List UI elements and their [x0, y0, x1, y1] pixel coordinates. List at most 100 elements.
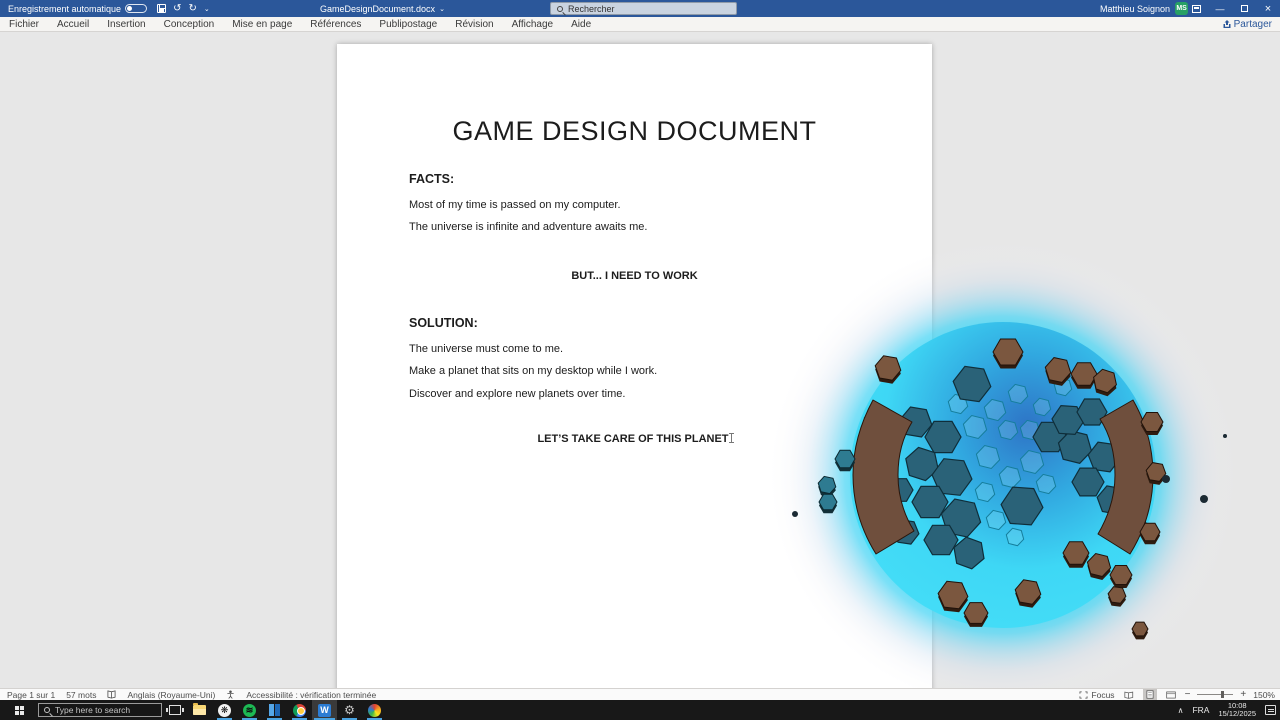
redo-icon[interactable]: ↻: [188, 3, 196, 14]
print-layout-button[interactable]: [1143, 689, 1157, 700]
autosave-toggle[interactable]: [125, 4, 147, 13]
chatgpt-icon: ❋: [218, 704, 231, 717]
focus-mode-button[interactable]: Focus: [1079, 690, 1114, 700]
planet-widget[interactable]: [758, 237, 1278, 688]
focus-icon: [1079, 691, 1088, 699]
menu-tab-insertion[interactable]: Insertion: [98, 17, 154, 32]
document-name-label: GameDesignDocument.docx: [320, 4, 435, 14]
share-icon: [1223, 20, 1231, 29]
solution-paragraph-1[interactable]: The universe must come to me.: [409, 343, 563, 355]
account-area[interactable]: Matthieu Soignon MS: [1100, 0, 1188, 17]
ribbon-display-options-button[interactable]: [1184, 0, 1208, 17]
start-button[interactable]: [0, 700, 38, 720]
spotify-icon: ≋: [243, 704, 256, 717]
web-layout-button[interactable]: [1164, 689, 1178, 700]
color-wheel-icon: [368, 704, 381, 717]
window-controls: — ×: [1184, 0, 1280, 17]
read-mode-icon: [1124, 691, 1134, 699]
taskbar-clock[interactable]: 10:08 15/12/2025: [1218, 702, 1256, 718]
search-placeholder: Rechercher: [568, 4, 615, 14]
windows-logo-icon: [15, 706, 24, 715]
facts-paragraph-2[interactable]: The universe is infinite and adventure a…: [409, 221, 647, 233]
zoom-out-button[interactable]: −: [1185, 689, 1191, 700]
zoom-in-button[interactable]: +: [1240, 689, 1246, 700]
zoom-slider-thumb[interactable]: [1221, 691, 1224, 698]
menu-tab-conception[interactable]: Conception: [155, 17, 224, 32]
word-button[interactable]: W: [312, 700, 337, 720]
file-explorer-icon: [193, 705, 206, 715]
tray-date: 15/12/2025: [1218, 709, 1256, 718]
ribbon-tab-bar: Fichier Accueil Insertion Conception Mis…: [0, 17, 1280, 32]
word-status-bar: Page 1 sur 1 57 mots Anglais (Royaume-Un…: [0, 688, 1280, 700]
menu-tab-references[interactable]: Références: [301, 17, 370, 32]
web-layout-icon: [1166, 691, 1176, 699]
proofing-icon[interactable]: [107, 690, 116, 699]
minimize-button[interactable]: —: [1208, 0, 1232, 17]
gear-icon: ⚙: [344, 704, 355, 716]
taskbar-search-input[interactable]: Type here to search: [38, 703, 162, 717]
facts-paragraph-1[interactable]: Most of my time is passed on my computer…: [409, 199, 621, 211]
share-label: Partager: [1234, 19, 1272, 30]
file-explorer-button[interactable]: [187, 700, 212, 720]
taskbar-search-placeholder: Type here to search: [55, 705, 130, 715]
language-switcher[interactable]: FRA: [1192, 705, 1209, 715]
menu-tab-publipostage[interactable]: Publipostage: [370, 17, 446, 32]
facts-heading[interactable]: FACTS:: [409, 172, 454, 186]
word-search-box[interactable]: Rechercher: [550, 2, 737, 15]
text-cursor: [731, 433, 732, 443]
word-icon: W: [318, 704, 331, 717]
gear-app-button[interactable]: ⚙: [337, 700, 362, 720]
system-tray: ∧ FRA 10:08 15/12/2025: [1178, 700, 1276, 720]
menu-tab-revision[interactable]: Révision: [446, 17, 502, 32]
doc-title-text[interactable]: GAME DESIGN DOCUMENT: [337, 116, 932, 147]
blue-panels-app-button[interactable]: [262, 700, 287, 720]
language-indicator[interactable]: Anglais (Royaume-Uni): [127, 690, 215, 700]
restore-icon: [1241, 5, 1248, 12]
restore-button[interactable]: [1232, 0, 1256, 17]
menu-tab-affichage[interactable]: Affichage: [503, 17, 563, 32]
menu-tab-fichier[interactable]: Fichier: [0, 17, 48, 32]
document-title[interactable]: GameDesignDocument.docx ⌄: [320, 0, 445, 17]
task-view-button[interactable]: [162, 700, 187, 720]
page-indicator[interactable]: Page 1 sur 1: [7, 690, 55, 700]
menu-tab-mise-en-page[interactable]: Mise en page: [223, 17, 301, 32]
user-name: Matthieu Soignon: [1100, 4, 1170, 14]
zoom-percentage[interactable]: 150%: [1253, 690, 1275, 700]
customize-qat-icon[interactable]: ⌄: [204, 5, 210, 13]
close-button[interactable]: ×: [1256, 0, 1280, 17]
search-icon: [44, 707, 50, 713]
focus-label: Focus: [1091, 690, 1114, 700]
word-count[interactable]: 57 mots: [66, 690, 96, 700]
autosave-label: Enregistrement automatique: [8, 4, 121, 14]
accessibility-status[interactable]: Accessibilité : vérification terminée: [246, 690, 376, 700]
save-icon[interactable]: [157, 4, 166, 13]
color-wheel-app-button[interactable]: [362, 700, 387, 720]
action-center-button[interactable]: [1265, 705, 1276, 715]
share-button[interactable]: Partager: [1223, 17, 1272, 32]
blue-panels-app-icon: [269, 704, 280, 716]
show-hidden-icons-button[interactable]: ∧: [1178, 706, 1184, 715]
closing-label: LET’S TAKE CARE OF THIS PLANET: [537, 433, 728, 445]
accessibility-icon: [226, 690, 235, 699]
chrome-button[interactable]: [287, 700, 312, 720]
menu-tab-accueil[interactable]: Accueil: [48, 17, 98, 32]
autosave-control[interactable]: Enregistrement automatique: [0, 4, 147, 14]
spotify-button[interactable]: ≋: [237, 700, 262, 720]
chatgpt-button[interactable]: ❋: [212, 700, 237, 720]
solution-paragraph-3[interactable]: Discover and explore new planets over ti…: [409, 388, 625, 400]
quick-access-toolbar: ↺ ↻ ⌄: [157, 3, 210, 14]
ribbon-display-icon: [1192, 5, 1201, 13]
search-icon: [557, 6, 563, 12]
undo-icon[interactable]: ↺: [173, 3, 181, 14]
solution-heading[interactable]: SOLUTION:: [409, 316, 478, 330]
chevron-down-icon: ⌄: [439, 5, 445, 13]
read-mode-button[interactable]: [1122, 689, 1136, 700]
zoom-slider[interactable]: [1197, 694, 1233, 695]
desktop-screen: Enregistrement automatique ↺ ↻ ⌄ GameDes…: [0, 0, 1280, 720]
status-left: Page 1 sur 1 57 mots Anglais (Royaume-Un…: [0, 690, 376, 700]
word-title-bar: Enregistrement automatique ↺ ↻ ⌄ GameDes…: [0, 0, 1280, 17]
solution-paragraph-2[interactable]: Make a planet that sits on my desktop wh…: [409, 365, 657, 377]
menu-tab-aide[interactable]: Aide: [562, 17, 600, 32]
chrome-icon: [293, 704, 306, 717]
status-right: Focus − + 150%: [1079, 689, 1275, 700]
